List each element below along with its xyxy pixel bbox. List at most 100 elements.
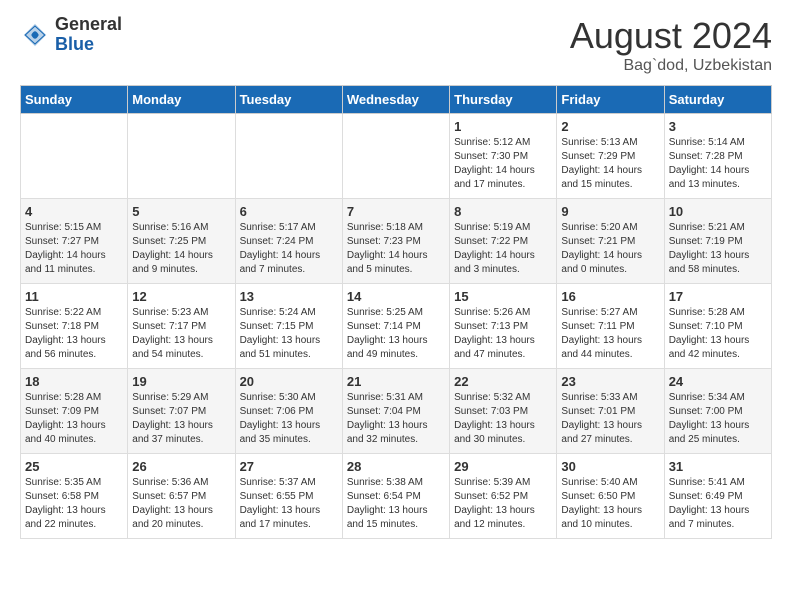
day-number: 23	[561, 374, 659, 389]
header-sunday: Sunday	[21, 86, 128, 114]
logo-blue-text: Blue	[55, 35, 122, 55]
day-info: Sunrise: 5:28 AM Sunset: 7:10 PM Dayligh…	[669, 306, 767, 362]
calendar-cell: 21Sunrise: 5:31 AM Sunset: 7:04 PM Dayli…	[342, 369, 449, 454]
day-number: 19	[132, 374, 230, 389]
day-number: 29	[454, 459, 552, 474]
day-number: 14	[347, 289, 445, 304]
day-number: 21	[347, 374, 445, 389]
calendar-header: SundayMondayTuesdayWednesdayThursdayFrid…	[21, 86, 772, 114]
calendar-cell: 25 Sunrise: 5:35 AM Sunset: 6:58 PM Dayli…	[21, 454, 128, 539]
calendar-cell: 14 Sunrise: 5:25 AM Sunset: 7:14 PM Dayli…	[342, 284, 449, 369]
calendar-week-4: 25 Sunrise: 5:35 AM Sunset: 6:58 PM Dayli…	[21, 454, 772, 539]
header-saturday: Saturday	[664, 86, 771, 114]
day-info: Sunrise: 5:40 AM Sunset: 6:50 PM Dayligh…	[561, 476, 659, 532]
calendar-cell: 17 Sunrise: 5:28 AM Sunset: 7:10 PM Dayli…	[664, 284, 771, 369]
calendar-cell: 8Sunrise: 5:19 AM Sunset: 7:22 PM Daylig…	[450, 199, 557, 284]
day-info: Sunrise: 5:13 AM Sunset: 7:29 PM Dayligh…	[561, 136, 659, 192]
logo-icon	[20, 20, 50, 50]
day-info: Sunrise: 5:17 AM Sunset: 7:24 PM Dayligh…	[240, 221, 338, 277]
day-info: Sunrise: 5:30 AM Sunset: 7:06 PM Dayligh…	[240, 391, 338, 447]
day-info: Sunrise: 5:36 AM Sunset: 6:57 PM Dayligh…	[132, 476, 230, 532]
calendar-cell	[235, 114, 342, 199]
day-number: 16	[561, 289, 659, 304]
calendar-week-1: 4Sunrise: 5:15 AM Sunset: 7:27 PM Daylig…	[21, 199, 772, 284]
day-info: Sunrise: 5:18 AM Sunset: 7:23 PM Dayligh…	[347, 221, 445, 277]
calendar-cell: 13 Sunrise: 5:24 AM Sunset: 7:15 PM Dayli…	[235, 284, 342, 369]
day-number: 3	[669, 119, 767, 134]
calendar-cell: 2 Sunrise: 5:13 AM Sunset: 7:29 PM Daylig…	[557, 114, 664, 199]
logo: General Blue	[20, 15, 122, 55]
calendar-cell: 26Sunrise: 5:36 AM Sunset: 6:57 PM Dayli…	[128, 454, 235, 539]
calendar-cell: 4Sunrise: 5:15 AM Sunset: 7:27 PM Daylig…	[21, 199, 128, 284]
day-info: Sunrise: 5:21 AM Sunset: 7:19 PM Dayligh…	[669, 221, 767, 277]
day-info: Sunrise: 5:41 AM Sunset: 6:49 PM Dayligh…	[669, 476, 767, 532]
calendar-cell	[21, 114, 128, 199]
header-thursday: Thursday	[450, 86, 557, 114]
day-number: 13	[240, 289, 338, 304]
calendar-cell: 7 Sunrise: 5:18 AM Sunset: 7:23 PM Daylig…	[342, 199, 449, 284]
day-info: Sunrise: 5:19 AM Sunset: 7:22 PM Dayligh…	[454, 221, 552, 277]
calendar-table: SundayMondayTuesdayWednesdayThursdayFrid…	[20, 85, 772, 539]
day-number: 1	[454, 119, 552, 134]
logo-text: General Blue	[55, 15, 122, 55]
day-number: 27	[240, 459, 338, 474]
calendar-cell: 15Sunrise: 5:26 AM Sunset: 7:13 PM Dayli…	[450, 284, 557, 369]
calendar-cell: 23 Sunrise: 5:33 AM Sunset: 7:01 PM Dayli…	[557, 369, 664, 454]
calendar-week-2: 11Sunrise: 5:22 AM Sunset: 7:18 PM Dayli…	[21, 284, 772, 369]
calendar-cell: 22 Sunrise: 5:32 AM Sunset: 7:03 PM Dayli…	[450, 369, 557, 454]
day-info: Sunrise: 5:37 AM Sunset: 6:55 PM Dayligh…	[240, 476, 338, 532]
calendar-cell: 24Sunrise: 5:34 AM Sunset: 7:00 PM Dayli…	[664, 369, 771, 454]
calendar-cell: 18 Sunrise: 5:28 AM Sunset: 7:09 PM Dayli…	[21, 369, 128, 454]
calendar-week-0: 1Sunrise: 5:12 AM Sunset: 7:30 PM Daylig…	[21, 114, 772, 199]
day-number: 17	[669, 289, 767, 304]
day-info: Sunrise: 5:15 AM Sunset: 7:27 PM Dayligh…	[25, 221, 123, 277]
page-header: General Blue August 2024 Bag`dod, Uzbeki…	[20, 15, 772, 75]
calendar-body: 1Sunrise: 5:12 AM Sunset: 7:30 PM Daylig…	[21, 114, 772, 539]
day-info: Sunrise: 5:23 AM Sunset: 7:17 PM Dayligh…	[132, 306, 230, 362]
day-number: 10	[669, 204, 767, 219]
day-info: Sunrise: 5:22 AM Sunset: 7:18 PM Dayligh…	[25, 306, 123, 362]
calendar-cell: 5Sunrise: 5:16 AM Sunset: 7:25 PM Daylig…	[128, 199, 235, 284]
calendar-cell: 19 Sunrise: 5:29 AM Sunset: 7:07 PM Dayli…	[128, 369, 235, 454]
day-number: 12	[132, 289, 230, 304]
day-number: 18	[25, 374, 123, 389]
page-subtitle: Bag`dod, Uzbekistan	[570, 57, 772, 75]
day-number: 7	[347, 204, 445, 219]
day-number: 15	[454, 289, 552, 304]
title-block: August 2024 Bag`dod, Uzbekistan	[570, 15, 772, 75]
header-friday: Friday	[557, 86, 664, 114]
calendar-cell: 20Sunrise: 5:30 AM Sunset: 7:06 PM Dayli…	[235, 369, 342, 454]
calendar-cell: 1Sunrise: 5:12 AM Sunset: 7:30 PM Daylig…	[450, 114, 557, 199]
calendar-cell: 6 Sunrise: 5:17 AM Sunset: 7:24 PM Daylig…	[235, 199, 342, 284]
day-info: Sunrise: 5:39 AM Sunset: 6:52 PM Dayligh…	[454, 476, 552, 532]
calendar-cell	[128, 114, 235, 199]
day-info: Sunrise: 5:34 AM Sunset: 7:00 PM Dayligh…	[669, 391, 767, 447]
header-wednesday: Wednesday	[342, 86, 449, 114]
day-info: Sunrise: 5:24 AM Sunset: 7:15 PM Dayligh…	[240, 306, 338, 362]
day-info: Sunrise: 5:33 AM Sunset: 7:01 PM Dayligh…	[561, 391, 659, 447]
day-info: Sunrise: 5:14 AM Sunset: 7:28 PM Dayligh…	[669, 136, 767, 192]
header-tuesday: Tuesday	[235, 86, 342, 114]
calendar-cell: 12 Sunrise: 5:23 AM Sunset: 7:17 PM Dayli…	[128, 284, 235, 369]
day-info: Sunrise: 5:25 AM Sunset: 7:14 PM Dayligh…	[347, 306, 445, 362]
day-number: 6	[240, 204, 338, 219]
day-number: 28	[347, 459, 445, 474]
header-row: SundayMondayTuesdayWednesdayThursdayFrid…	[21, 86, 772, 114]
day-info: Sunrise: 5:28 AM Sunset: 7:09 PM Dayligh…	[25, 391, 123, 447]
day-info: Sunrise: 5:35 AM Sunset: 6:58 PM Dayligh…	[25, 476, 123, 532]
calendar-cell: 11Sunrise: 5:22 AM Sunset: 7:18 PM Dayli…	[21, 284, 128, 369]
day-number: 2	[561, 119, 659, 134]
calendar-cell: 9 Sunrise: 5:20 AM Sunset: 7:21 PM Daylig…	[557, 199, 664, 284]
day-info: Sunrise: 5:29 AM Sunset: 7:07 PM Dayligh…	[132, 391, 230, 447]
day-number: 9	[561, 204, 659, 219]
day-number: 22	[454, 374, 552, 389]
page-title: August 2024	[570, 15, 772, 57]
day-info: Sunrise: 5:32 AM Sunset: 7:03 PM Dayligh…	[454, 391, 552, 447]
day-info: Sunrise: 5:20 AM Sunset: 7:21 PM Dayligh…	[561, 221, 659, 277]
calendar-cell: 16 Sunrise: 5:27 AM Sunset: 7:11 PM Dayli…	[557, 284, 664, 369]
day-info: Sunrise: 5:27 AM Sunset: 7:11 PM Dayligh…	[561, 306, 659, 362]
calendar-cell: 27 Sunrise: 5:37 AM Sunset: 6:55 PM Dayli…	[235, 454, 342, 539]
calendar-cell: 28Sunrise: 5:38 AM Sunset: 6:54 PM Dayli…	[342, 454, 449, 539]
day-number: 25	[25, 459, 123, 474]
day-number: 30	[561, 459, 659, 474]
